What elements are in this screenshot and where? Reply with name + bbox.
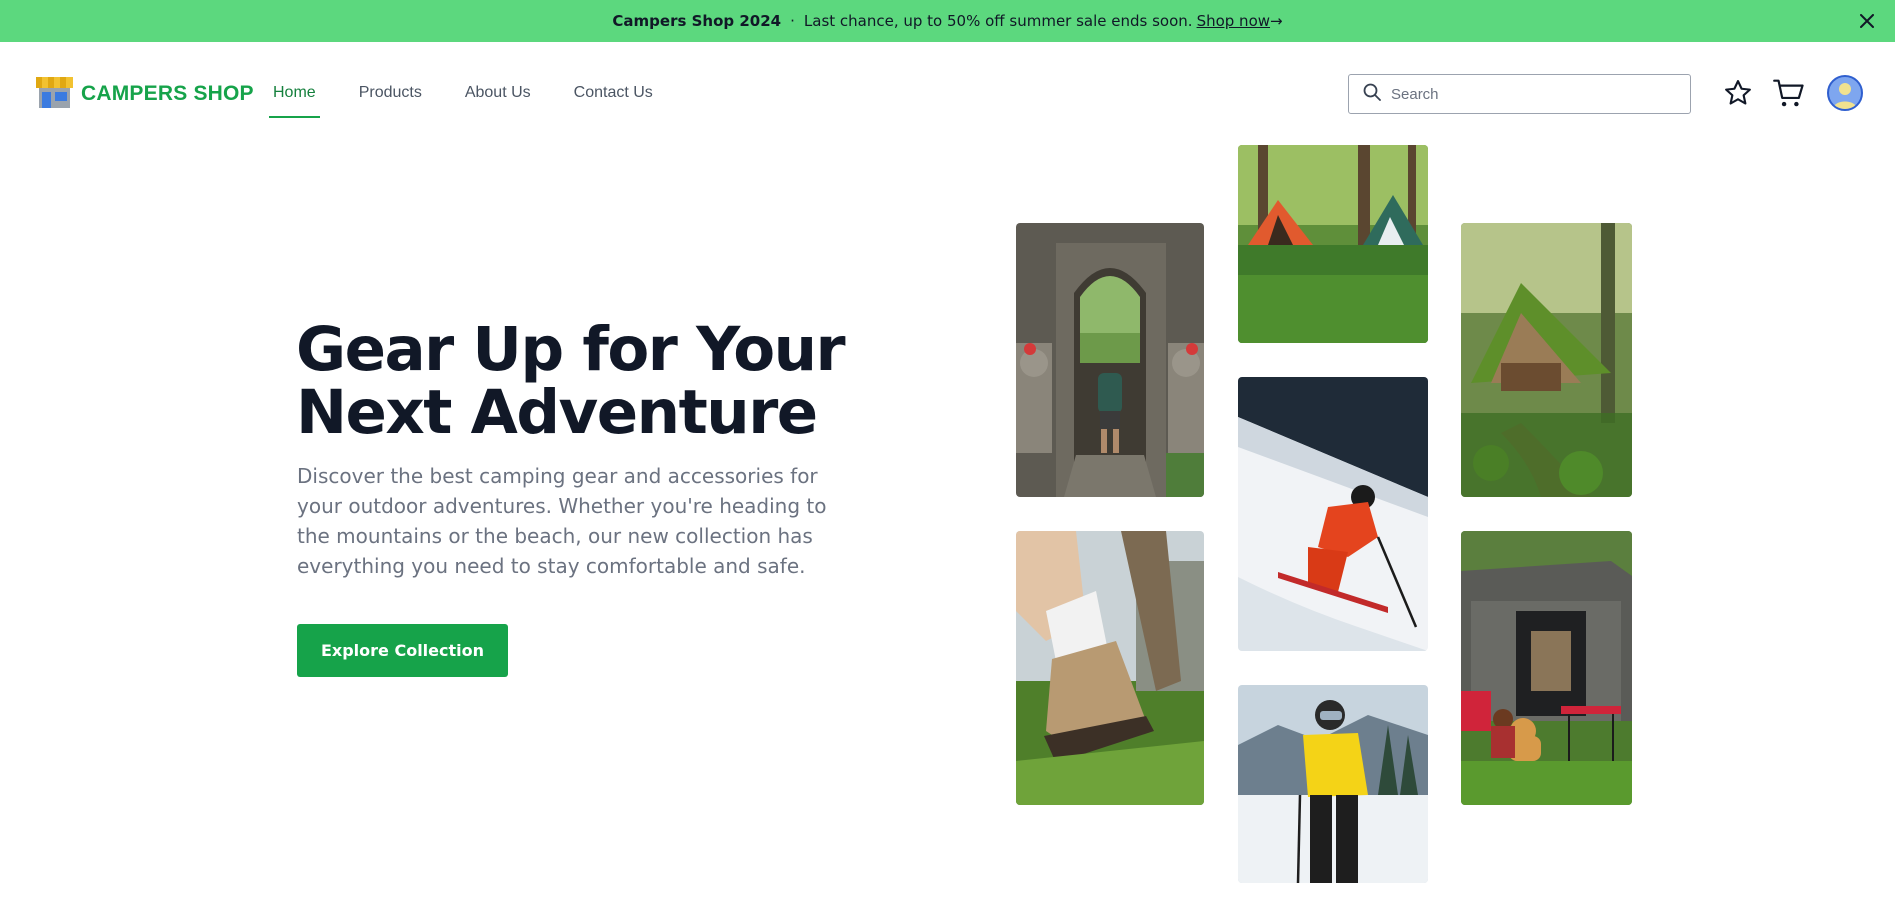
banner-message: Last chance, up to 50% off summer sale e… [803,12,1193,30]
search-icon [1363,83,1381,105]
shop-now-link[interactable]: Shop now [1197,12,1270,30]
hero-title: Gear Up for Your Next Adventure [296,318,856,444]
star-icon[interactable] [1720,75,1756,111]
photo-hiking-boots [1016,531,1204,805]
photo-skier-yellow [1238,685,1428,883]
store-icon [36,75,73,113]
nav-about-us[interactable]: About Us [465,84,531,116]
nav-contact-us[interactable]: Contact Us [574,84,653,116]
photo-tents-forest [1238,145,1428,343]
search-input[interactable] [1391,85,1671,103]
announcement-banner: Campers Shop 2024 · Last chance, up to 5… [0,0,1895,42]
photo-camper-van-dog [1461,531,1632,805]
banner-separator: · [790,12,795,30]
search-box [1348,74,1691,114]
photo-moss-cabin [1461,223,1632,497]
logo-text: CAMPERS SHOP [81,82,254,105]
explore-collection-button[interactable]: Explore Collection [297,624,508,677]
nav-home[interactable]: Home [269,84,320,118]
hero-title-line-1: Gear Up for Your [296,314,846,385]
main-nav: Home Products About Us Contact Us [269,84,696,118]
logo[interactable]: CAMPERS SHOP [36,75,254,113]
photo-skier-red [1238,377,1428,651]
avatar[interactable] [1827,75,1863,111]
banner-brand: Campers Shop 2024 [612,12,782,30]
hero-description: Discover the best camping gear and acces… [297,464,827,578]
shop-now-label: Shop now [1196,12,1271,30]
photo-temple-hiker [1016,223,1204,497]
nav-products[interactable]: Products [359,84,422,116]
site-header: CAMPERS SHOP Home Products About Us Cont… [0,42,1895,146]
close-icon[interactable] [1855,9,1879,33]
arrow-right-icon: → [1270,12,1283,30]
hero-title-line-2: Next Adventure [296,377,818,448]
cart-icon[interactable] [1771,75,1807,111]
